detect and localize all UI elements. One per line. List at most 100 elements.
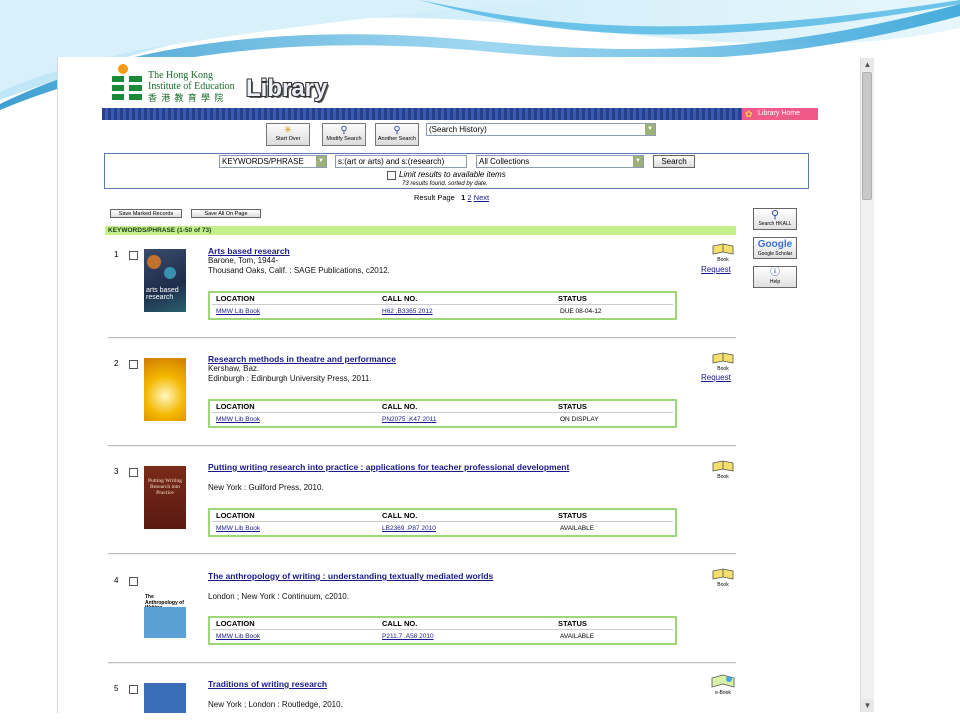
record-number: 2 (114, 359, 119, 368)
record-author: Barone, Tom, 1944- (208, 256, 279, 265)
search-hkall-button[interactable]: ⚲ Search HKALL (753, 208, 797, 230)
book-cover-image (144, 358, 186, 421)
search-query-input[interactable]: s:(art or arts) and s:(research) (335, 155, 467, 168)
location-link[interactable]: MMW Lib Book (216, 416, 260, 423)
record-title-link[interactable]: Research methods in theatre and performa… (208, 354, 396, 364)
library-home-label: Library Home (758, 110, 801, 117)
record-select-checkbox[interactable] (129, 577, 138, 586)
google-scholar-label: Google Scholar (757, 251, 793, 257)
record-select-checkbox[interactable] (129, 685, 138, 694)
save-all-on-page-button[interactable]: Save All On Page (191, 209, 261, 218)
book-format-icon: Book (710, 460, 736, 480)
institution-name: The Hong Kong Institute of Education (148, 70, 235, 92)
search-query-value: s:(art or arts) and s:(research) (338, 157, 445, 166)
record-select-checkbox[interactable] (129, 468, 138, 477)
record-publication: New York ; London : Routledge, 2010. (208, 700, 343, 709)
table-divider (212, 521, 673, 522)
search-field-select[interactable]: KEYWORDS/PHRASE ▼ (219, 155, 327, 168)
format-label: e-Book (715, 690, 731, 696)
google-logo: Google (757, 239, 793, 250)
magnifier-edit-icon: ⚲ (340, 125, 348, 136)
call-no-link[interactable]: H62 .B3365 2012 (382, 308, 433, 315)
book-cover-image: arts based research (144, 249, 186, 312)
format-label: Book (717, 474, 729, 480)
help-button[interactable]: ⓘ Help (753, 266, 797, 288)
record-number: 3 (114, 467, 119, 476)
collection-select[interactable]: All Collections ▼ (476, 155, 644, 168)
record-number: 5 (114, 684, 119, 693)
record-author: Kershaw, Baz. (208, 364, 260, 373)
collection-value: All Collections (479, 157, 530, 166)
book-format-icon: Book (710, 352, 736, 372)
record-select-checkbox[interactable] (129, 251, 138, 260)
chevron-down-icon: ▼ (633, 156, 643, 167)
record-title-link[interactable]: The anthropology of writing : understand… (208, 571, 493, 581)
another-search-button[interactable]: ⚲ Another Search (375, 123, 419, 146)
limit-available-label: Limit results to available items (399, 170, 506, 179)
chevron-down-icon: ▼ (316, 156, 326, 167)
call-no-header: CALL NO. (382, 511, 418, 520)
start-over-label: Start Over (275, 136, 301, 142)
record-title-link[interactable]: Arts based research (208, 246, 290, 256)
result-page-label: Result Page (414, 193, 455, 202)
modify-search-button[interactable]: ⚲ Modify Search (322, 123, 366, 146)
table-divider (212, 629, 673, 630)
call-no-header: CALL NO. (382, 402, 418, 411)
table-divider (212, 304, 673, 305)
another-search-label: Another Search (377, 136, 417, 142)
scroll-down-icon[interactable]: ▼ (861, 699, 874, 712)
search-field-value: KEYWORDS/PHRASE (222, 157, 304, 166)
results-summary: 73 results found. sorted by date. (402, 181, 488, 187)
location-header: LOCATION (216, 402, 255, 411)
institution-name-chinese: 香 港 教 育 學 院 (148, 93, 225, 103)
book-cover-image: The Anthropology of Writing (144, 575, 186, 638)
search-history-value: (Search History) (429, 125, 487, 134)
library-wordmark: Library (246, 75, 328, 102)
start-over-button[interactable]: ✳ Start Over (266, 123, 310, 146)
save-marked-records-button[interactable]: Save Marked Records (110, 209, 182, 218)
call-no-header: CALL NO. (382, 294, 418, 303)
record-select-checkbox[interactable] (129, 360, 138, 369)
holdings-table: LOCATION CALL NO. STATUS MMW Lib Book LB… (208, 508, 677, 537)
book-format-icon: Book (710, 243, 736, 263)
call-no-link[interactable]: LB2369 .P87 2010 (382, 525, 436, 532)
record-number: 1 (114, 250, 119, 259)
ebook-format-icon: e-Book (708, 674, 738, 696)
record-divider (108, 445, 736, 447)
results-header: KEYWORDS/PHRASE (1-50 of 73) (105, 226, 736, 235)
library-home-link[interactable]: ✿ Library Home (742, 108, 818, 120)
help-label: Help (769, 279, 781, 285)
book-format-icon: Book (710, 568, 736, 588)
holdings-table: LOCATION CALL NO. STATUS MMW Lib Book PN… (208, 399, 677, 428)
scroll-up-icon[interactable]: ▲ (861, 58, 874, 71)
record-title-link[interactable]: Traditions of writing research (208, 679, 327, 689)
browser-viewport: The Hong Kong Institute of Education 香 港… (57, 57, 874, 713)
scroll-thumb[interactable] (862, 72, 872, 200)
call-no-link[interactable]: PN2075 .K47 2011 (382, 416, 436, 423)
record-title-link[interactable]: Putting writing research into practice :… (208, 462, 569, 472)
limit-available-checkbox[interactable] (387, 171, 396, 180)
format-label: Book (717, 257, 729, 263)
page-2-link[interactable]: 2 (467, 193, 471, 202)
vertical-scrollbar[interactable]: ▲ ▼ (860, 58, 874, 712)
sparkle-icon: ✳ (283, 125, 293, 136)
location-link[interactable]: MMW Lib Book (216, 633, 260, 640)
request-link[interactable]: Request (701, 265, 731, 274)
book-cover-text: Putting Writing Research into Practice (147, 478, 183, 496)
search-button[interactable]: Search (653, 155, 695, 168)
hkied-logo-icon (112, 64, 142, 100)
location-link[interactable]: MMW Lib Book (216, 525, 260, 532)
status-header: STATUS (558, 511, 587, 520)
help-icon: ⓘ (770, 267, 780, 278)
google-scholar-button[interactable]: Google Google Scholar (753, 237, 797, 259)
flower-icon: ✿ (745, 109, 753, 119)
next-page-link[interactable]: Next (474, 193, 489, 202)
location-header: LOCATION (216, 294, 255, 303)
location-link[interactable]: MMW Lib Book (216, 308, 260, 315)
status-value: ON DISPLAY (560, 416, 599, 423)
record-publication: Thousand Oaks, Calif. : SAGE Publication… (208, 266, 390, 275)
search-history-select[interactable]: (Search History) ▼ (426, 123, 656, 136)
call-no-link[interactable]: P211.7 .A58 2010 (382, 633, 434, 640)
request-link[interactable]: Request (701, 373, 731, 382)
record-divider (108, 553, 736, 555)
